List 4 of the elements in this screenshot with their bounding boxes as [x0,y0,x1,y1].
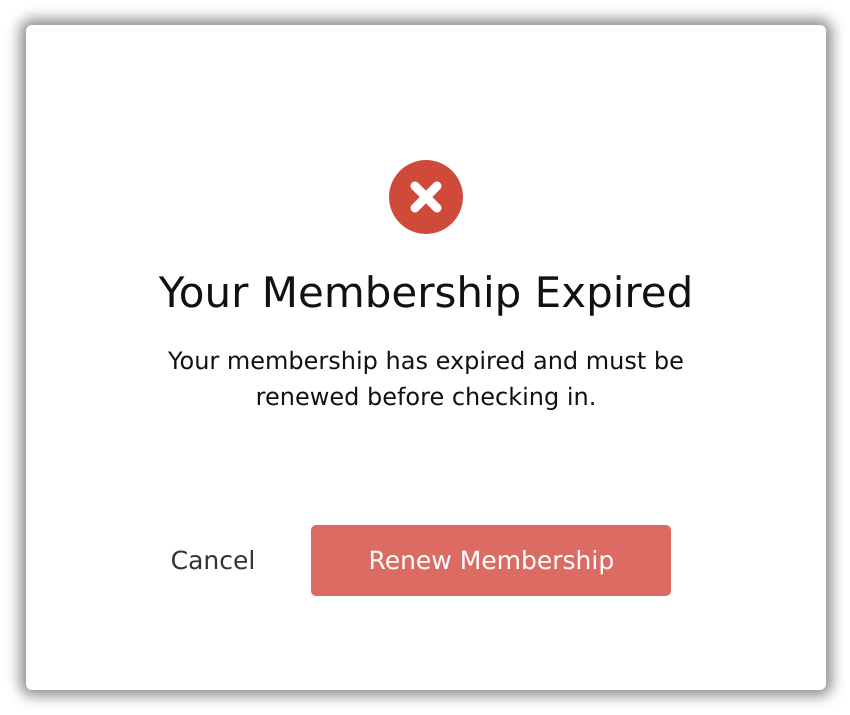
error-icon [389,160,463,234]
dialog-message: Your membership has expired and must be renewed before checking in. [167,346,685,413]
cancel-button[interactable]: Cancel [170,546,256,575]
dialog-title: Your Membership Expired [158,268,694,317]
